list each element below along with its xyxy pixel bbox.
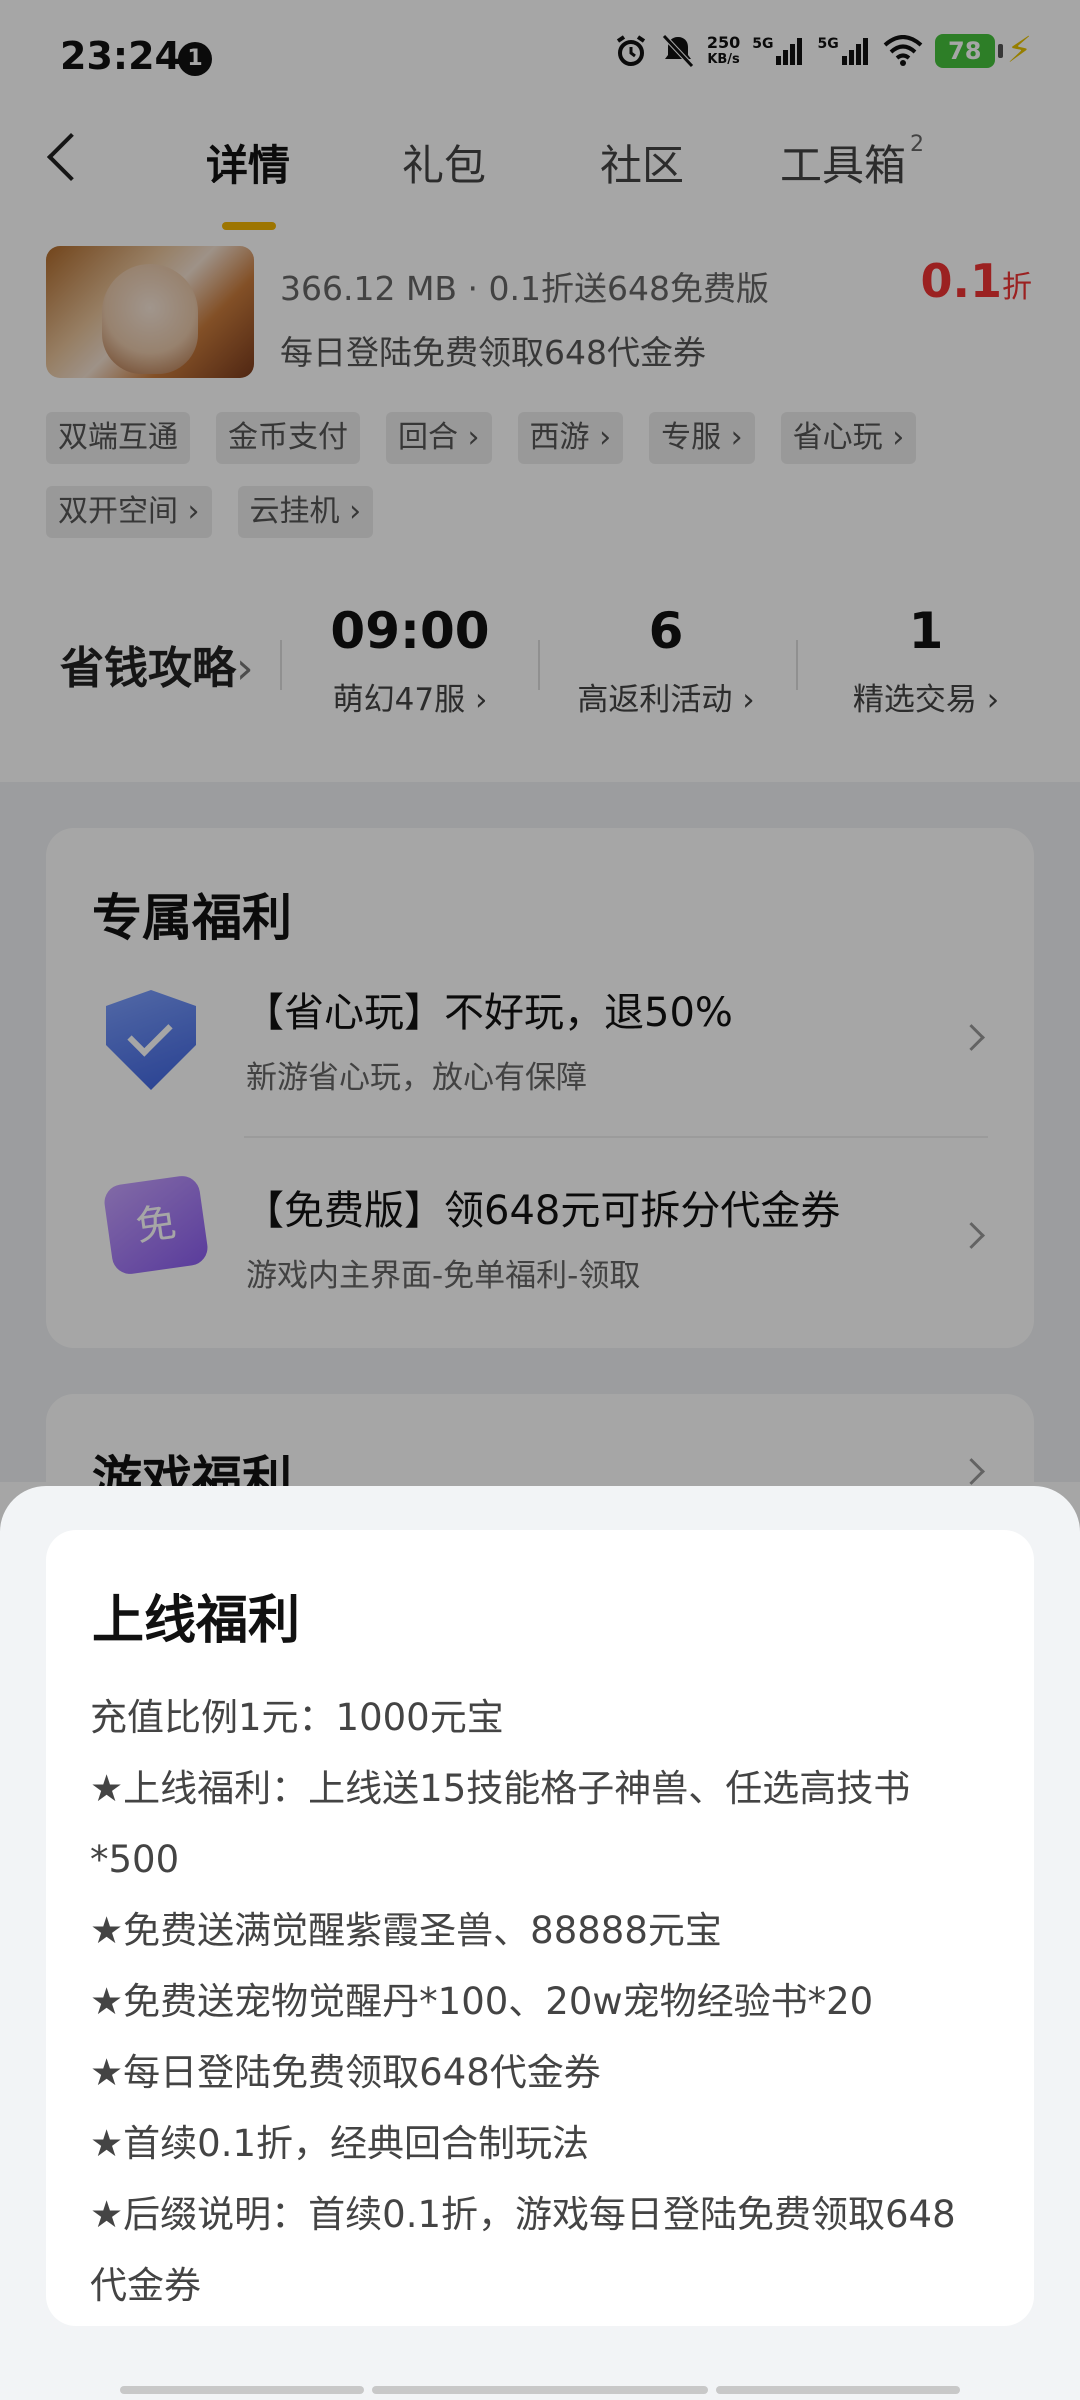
nav-gesture-bar[interactable]	[716, 2386, 960, 2394]
benefit-line: ★上线福利：上线送15技能格子神兽、任选高技书	[90, 1767, 911, 1810]
benefit-line: 代金券	[90, 2264, 201, 2307]
benefit-line: ★后缀说明：首续0.1折，游戏每日登陆免费领取648	[90, 2193, 956, 2236]
benefit-line: 充值比例1元：1000元宝	[90, 1696, 504, 1739]
nav-gesture-bar[interactable]	[372, 2386, 708, 2394]
benefit-line: *500	[90, 1838, 180, 1881]
benefit-line: ★每日登陆免费领取648代金券	[90, 2051, 601, 2094]
benefit-line: ★免费送满觉醒紫霞圣兽、88888元宝	[90, 1909, 722, 1952]
benefit-line: ★免费送宠物觉醒丹*100、20w宠物经验书*20	[90, 1980, 874, 2023]
benefit-details-list: 充值比例1元：1000元宝 ★上线福利：上线送15技能格子神兽、任选高技书 *5…	[90, 1682, 1010, 2321]
nav-gesture-bar[interactable]	[120, 2386, 364, 2394]
benefit-line: ★首续0.1折，经典回合制玩法	[90, 2122, 590, 2165]
bottom-sheet-title: 上线福利	[92, 1591, 301, 1651]
